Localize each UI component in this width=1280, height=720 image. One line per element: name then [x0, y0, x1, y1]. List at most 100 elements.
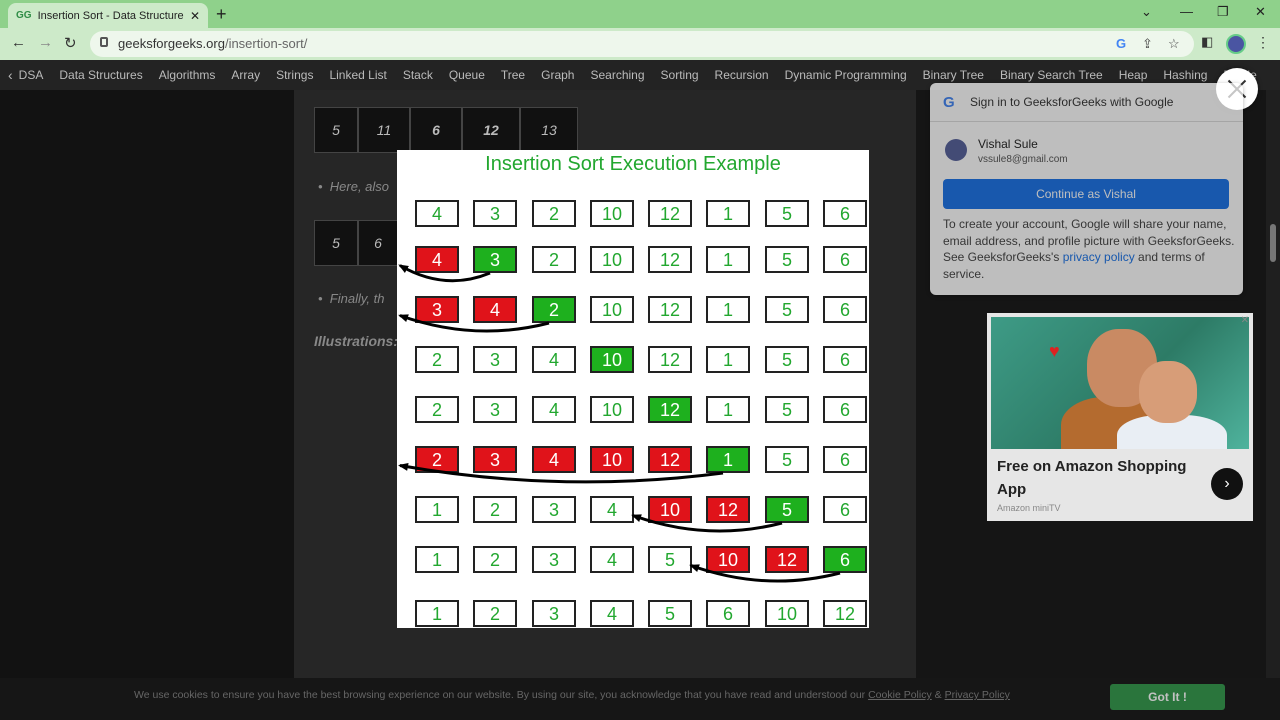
array-cell-box: 2 [415, 346, 459, 373]
restore-icon[interactable]: ❐ [1217, 4, 1229, 20]
array-cell-box: 6 [823, 200, 867, 227]
array-cell-value: 10 [602, 400, 622, 420]
nav-item-dynamic-programming[interactable]: Dynamic Programming [785, 68, 907, 82]
nav-item-searching[interactable]: Searching [590, 68, 644, 82]
scrollbar-thumb[interactable] [1270, 224, 1276, 262]
array-cell-box: 1 [706, 296, 750, 323]
array-cell-value: 3 [490, 450, 500, 470]
array-cell-value: 10 [602, 450, 622, 470]
window-close-icon[interactable]: ✕ [1255, 4, 1266, 20]
gfg-favicon-icon: GG [16, 10, 32, 21]
illustrations-heading: Illustrations: [314, 333, 399, 349]
back-icon[interactable]: ← [11, 34, 26, 51]
privacy-policy-link[interactable]: Privacy Policy [945, 689, 1010, 701]
array-cell-box: 1 [415, 546, 459, 573]
new-tab-icon[interactable]: + [216, 4, 227, 25]
browser-toolbar: ← → ↻ geeksforgeeks.org/insertion-sort/ … [0, 28, 1280, 60]
cookie-accept-button[interactable]: Got It ! [1110, 684, 1225, 710]
share-icon[interactable]: ⇪ [1142, 36, 1153, 52]
array-cell-value: 6 [840, 204, 850, 224]
cookie-text: We use cookies to ensure you have the be… [134, 689, 1010, 701]
url-text: geeksforgeeks.org/insertion-sort/ [118, 36, 308, 51]
nav-item-array[interactable]: Array [231, 68, 260, 82]
continue-as-button[interactable]: Continue as Vishal [943, 179, 1229, 209]
advertisement[interactable]: ♥ ✕ Free on Amazon Shopping App Amazon m… [987, 313, 1253, 521]
array-cell-box: 10 [765, 600, 809, 627]
array-cell-value: 12 [660, 400, 680, 420]
browser-tab[interactable]: GG Insertion Sort - Data Structure an ✕ [8, 3, 208, 28]
array-cell-value: 1 [432, 604, 442, 624]
address-bar[interactable]: geeksforgeeks.org/insertion-sort/ G ⇪ ☆ [90, 31, 1194, 57]
nav-item-hashing[interactable]: Hashing [1163, 68, 1207, 82]
array-cell-box: 3 [473, 346, 517, 373]
profile-avatar[interactable] [1226, 34, 1246, 54]
nav-item-dsa[interactable]: DSA [19, 68, 44, 82]
array-cell-value: 6 [840, 550, 850, 570]
array-cell-box: 5 [765, 246, 809, 273]
array-cell-value: 10 [602, 350, 622, 370]
array-cell-box: 2 [532, 246, 576, 273]
nav-item-recursion[interactable]: Recursion [715, 68, 769, 82]
array-cell-box: 2 [532, 296, 576, 323]
array-cell-value: 5 [782, 300, 792, 320]
tab-close-icon[interactable]: ✕ [190, 9, 200, 23]
nav-item-data-structures[interactable]: Data Structures [59, 68, 142, 82]
array-cell-value: 3 [490, 250, 500, 270]
array-cell-box: 12 [648, 346, 692, 373]
insertion-sort-diagram: 4 3 2 10 12 1 5 64 3 2 10 12 1 5 63 4 2 10 12 1 5 62 3 4 10 12 1 5 6… [398, 200, 867, 627]
array-cell: 6 [358, 220, 398, 266]
array-cell-value: 3 [549, 500, 559, 520]
side-panel-icon[interactable]: ◧ [1201, 34, 1213, 50]
nav-item-strings[interactable]: Strings [276, 68, 313, 82]
array-cell-value: 5 [782, 204, 792, 224]
array-cell-value: 12 [660, 300, 680, 320]
google-lens-icon[interactable]: G [1116, 36, 1126, 51]
array-cell-value: 2 [490, 550, 500, 570]
cookie-policy-link[interactable]: Cookie Policy [868, 689, 932, 701]
array-cell-value: 1 [723, 350, 733, 370]
ad-close-icon[interactable]: ✕ [1241, 315, 1249, 326]
nav-scroll-left-icon[interactable]: ‹ [8, 67, 13, 83]
array-cell-box: 10 [590, 396, 634, 423]
array-cell-box: 2 [473, 546, 517, 573]
array-cell-value: 4 [549, 400, 559, 420]
array-cell-value: 1 [723, 450, 733, 470]
minimize-icon[interactable]: — [1180, 4, 1193, 19]
array-cell-value: 6 [723, 604, 733, 624]
page-scrollbar[interactable] [1266, 90, 1280, 678]
lock-icon [100, 37, 108, 47]
nav-item-graph[interactable]: Graph [541, 68, 574, 82]
nav-item-binary-search-tree[interactable]: Binary Search Tree [1000, 68, 1103, 82]
nav-item-linked-list[interactable]: Linked List [329, 68, 386, 82]
nav-item-algorithms[interactable]: Algorithms [159, 68, 216, 82]
array-cell-value: 2 [432, 400, 442, 420]
forward-icon[interactable]: → [38, 34, 53, 51]
tab-search-chevron-icon[interactable]: ⌄ [1141, 4, 1152, 20]
nav-item-binary-tree[interactable]: Binary Tree [923, 68, 984, 82]
array-cell-box: 4 [415, 246, 459, 273]
nav-item-heap[interactable]: Heap [1119, 68, 1148, 82]
image-lightbox: Insertion Sort Execution Example 4 3 2 10 12… [397, 150, 869, 628]
array-cell-value: 3 [432, 300, 442, 320]
array-cell-value: 5 [782, 500, 792, 520]
nav-item-sorting[interactable]: Sorting [661, 68, 699, 82]
array-cell-box: 3 [473, 246, 517, 273]
nav-item-tree[interactable]: Tree [501, 68, 525, 82]
array-cell-value: 10 [718, 550, 738, 570]
account-avatar [945, 139, 967, 161]
array-cell-value: 4 [432, 204, 442, 224]
array-cell-box: 1 [706, 346, 750, 373]
array-cell-box: 5 [765, 200, 809, 227]
bookmark-star-icon[interactable]: ☆ [1168, 36, 1180, 52]
ad-subtitle: Amazon miniTV [997, 503, 1061, 513]
array-cell-value: 6 [840, 500, 850, 520]
privacy-policy-link[interactable]: privacy policy [1063, 250, 1135, 264]
array-cell-value: 5 [782, 400, 792, 420]
nav-item-stack[interactable]: Stack [403, 68, 433, 82]
array-cell-box: 6 [823, 246, 867, 273]
array-cell-value: 3 [490, 204, 500, 224]
menu-kebab-icon[interactable]: ⋮ [1256, 34, 1270, 51]
ad-arrow-button[interactable]: › [1211, 468, 1243, 500]
reload-icon[interactable]: ↻ [64, 34, 77, 52]
nav-item-queue[interactable]: Queue [449, 68, 485, 82]
